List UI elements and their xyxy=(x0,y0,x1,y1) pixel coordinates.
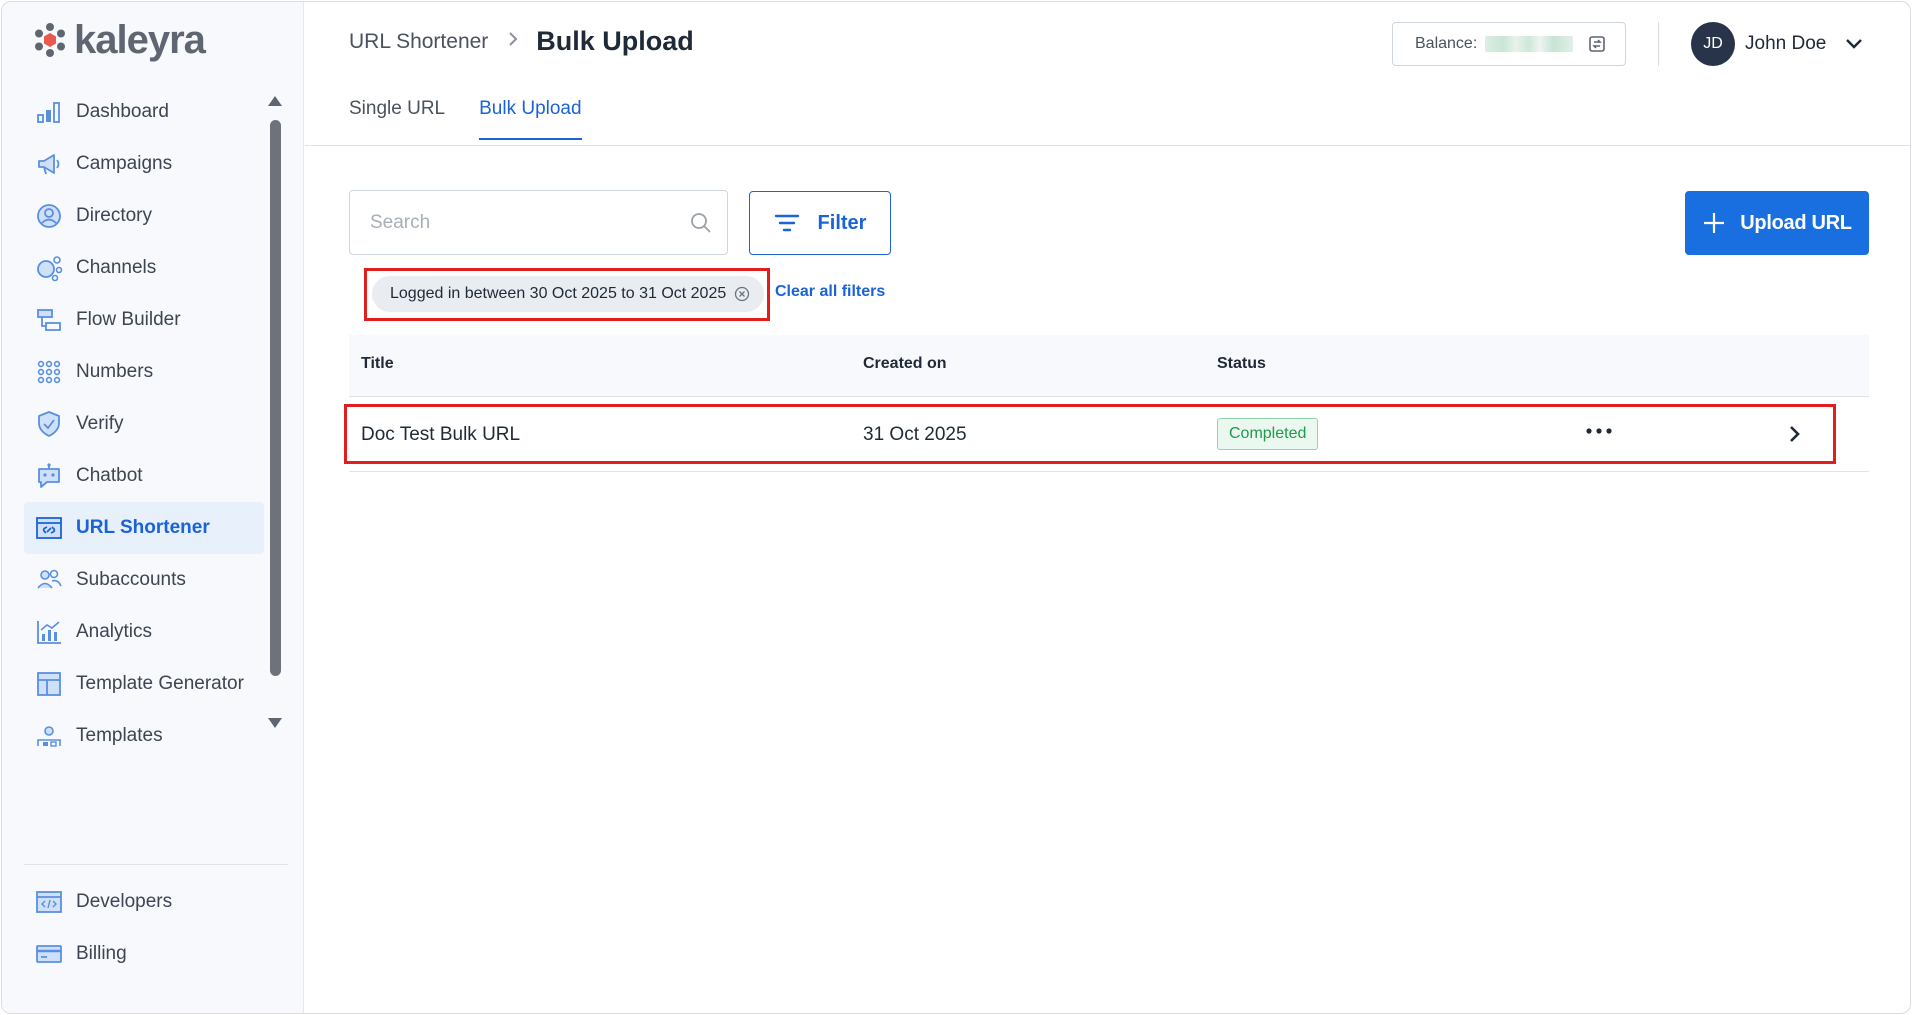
analytics-icon xyxy=(34,617,64,647)
layout-icon xyxy=(34,669,64,699)
plus-icon xyxy=(1704,213,1725,233)
sidebar-item-chatbot[interactable]: Chatbot xyxy=(24,450,264,502)
sidebar-item-label: Dashboard xyxy=(76,101,169,122)
bar-chart-icon xyxy=(34,97,64,127)
users-icon xyxy=(34,565,64,595)
tab-bulk-upload[interactable]: Bulk Upload xyxy=(479,98,582,140)
user-circle-icon xyxy=(34,201,64,231)
filter-chip-label: Logged in between 30 Oct 2025 to 31 Oct … xyxy=(390,285,727,302)
sidebar-item-numbers[interactable]: Numbers xyxy=(24,346,264,398)
code-window-icon xyxy=(34,887,64,917)
sidebar-item-template-generator[interactable]: Template Generator xyxy=(24,658,264,710)
user-name: John Doe xyxy=(1745,33,1827,54)
page-title: Bulk Upload xyxy=(536,26,694,56)
sidebar-item-label: Channels xyxy=(76,257,157,278)
tab-single-url[interactable]: Single URL xyxy=(349,98,445,140)
sidebar-divider xyxy=(24,864,288,865)
sidebar-item-label: Developers xyxy=(76,891,173,912)
flow-icon xyxy=(34,305,64,335)
sidebar-nav: Dashboard Campaigns Directory Channels F… xyxy=(24,86,264,762)
sidebar-item-billing[interactable]: Billing xyxy=(24,928,264,980)
filter-button-label: Filter xyxy=(817,211,867,234)
credit-card-icon xyxy=(34,939,64,969)
filter-icon xyxy=(774,214,799,232)
sidebar-item-label: Flow Builder xyxy=(76,309,181,330)
column-header-status: Status xyxy=(1217,355,1266,372)
sidebar: kaleyra Dashboard Campaigns Directory Ch… xyxy=(2,2,304,1013)
sidebar-item-label: Campaigns xyxy=(76,153,173,174)
sidebar-item-label: Analytics xyxy=(76,621,153,642)
balance-value-redacted xyxy=(1485,36,1574,52)
refresh-icon[interactable] xyxy=(1587,34,1607,54)
sidebar-item-directory[interactable]: Directory xyxy=(24,190,264,242)
link-window-icon xyxy=(34,513,64,543)
balance-widget: Balance: xyxy=(1392,22,1626,66)
sidebar-item-label: Numbers xyxy=(76,361,154,382)
keypad-icon xyxy=(34,357,64,387)
sidebar-item-channels[interactable]: Channels xyxy=(24,242,264,294)
scroll-down-arrow-icon[interactable] xyxy=(268,718,282,728)
sidebar-item-label: Billing xyxy=(76,943,127,964)
megaphone-icon xyxy=(34,149,64,179)
upload-url-button[interactable]: Upload URL xyxy=(1685,191,1869,255)
scrollbar-thumb[interactable] xyxy=(270,120,281,676)
filter-button[interactable]: Filter xyxy=(749,191,891,255)
sidebar-item-verify[interactable]: Verify xyxy=(24,398,264,450)
sidebar-item-dashboard[interactable]: Dashboard xyxy=(24,86,264,138)
clear-all-filters-link[interactable]: Clear all filters xyxy=(775,283,885,301)
scroll-up-arrow-icon[interactable] xyxy=(268,96,282,106)
chevron-down-icon[interactable] xyxy=(1844,34,1864,54)
sidebar-bottom-nav: Developers Billing xyxy=(24,876,264,980)
sidebar-item-label: Directory xyxy=(76,205,153,226)
column-header-created-on: Created on xyxy=(863,355,947,372)
chevron-right-icon xyxy=(506,31,520,52)
channels-icon xyxy=(34,253,64,283)
app-window: kaleyra Dashboard Campaigns Directory Ch… xyxy=(1,1,1911,1014)
kaleyra-logo[interactable]: kaleyra xyxy=(32,18,206,62)
upload-url-button-label: Upload URL xyxy=(1740,211,1852,234)
filter-chip: Logged in between 30 Oct 2025 to 31 Oct … xyxy=(372,276,765,312)
sidebar-item-analytics[interactable]: Analytics xyxy=(24,606,264,658)
search-input[interactable] xyxy=(370,211,670,234)
breadcrumb-parent-link[interactable]: URL Shortener xyxy=(349,30,488,54)
column-header-title: Title xyxy=(361,355,394,372)
sidebar-item-campaigns[interactable]: Campaigns xyxy=(24,138,264,190)
user-menu[interactable]: JD John Doe xyxy=(1691,22,1864,66)
sidebar-item-label: Chatbot xyxy=(76,465,143,486)
sidebar-item-developers[interactable]: Developers xyxy=(24,876,264,928)
breadcrumb: URL Shortener Bulk Upload xyxy=(349,26,694,57)
sidebar-item-subaccounts[interactable]: Subaccounts xyxy=(24,554,264,606)
sidebar-scrollbar[interactable] xyxy=(268,96,282,736)
search-box xyxy=(349,190,728,255)
avatar: JD xyxy=(1691,22,1735,66)
header-divider xyxy=(1658,22,1659,66)
templates-icon xyxy=(34,721,64,751)
sidebar-item-label: Template Generator xyxy=(76,673,244,694)
sidebar-item-url-shortener[interactable]: URL Shortener xyxy=(24,502,264,554)
row-highlight-box xyxy=(344,404,1836,464)
sidebar-item-label: Templates xyxy=(76,725,163,746)
brand-name: kaleyra xyxy=(74,18,206,62)
balance-label: Balance: xyxy=(1415,35,1478,52)
sidebar-item-label: Verify xyxy=(76,413,124,434)
search-icon[interactable] xyxy=(689,211,713,235)
kaleyra-logo-icon xyxy=(35,23,65,57)
close-circle-icon[interactable] xyxy=(734,286,750,302)
page-header: URL Shortener Bulk Upload Balance: JD Jo… xyxy=(305,2,1910,146)
tab-bar: Single URL Bulk Upload xyxy=(349,98,616,140)
sidebar-item-flow-builder[interactable]: Flow Builder xyxy=(24,294,264,346)
shield-check-icon xyxy=(34,409,64,439)
table-header: Title Created on Status xyxy=(349,335,1869,397)
sidebar-item-templates[interactable]: Templates xyxy=(24,710,264,762)
sidebar-item-label: Subaccounts xyxy=(76,569,186,590)
sidebar-item-label: URL Shortener xyxy=(76,517,210,538)
chatbot-icon xyxy=(34,461,64,491)
